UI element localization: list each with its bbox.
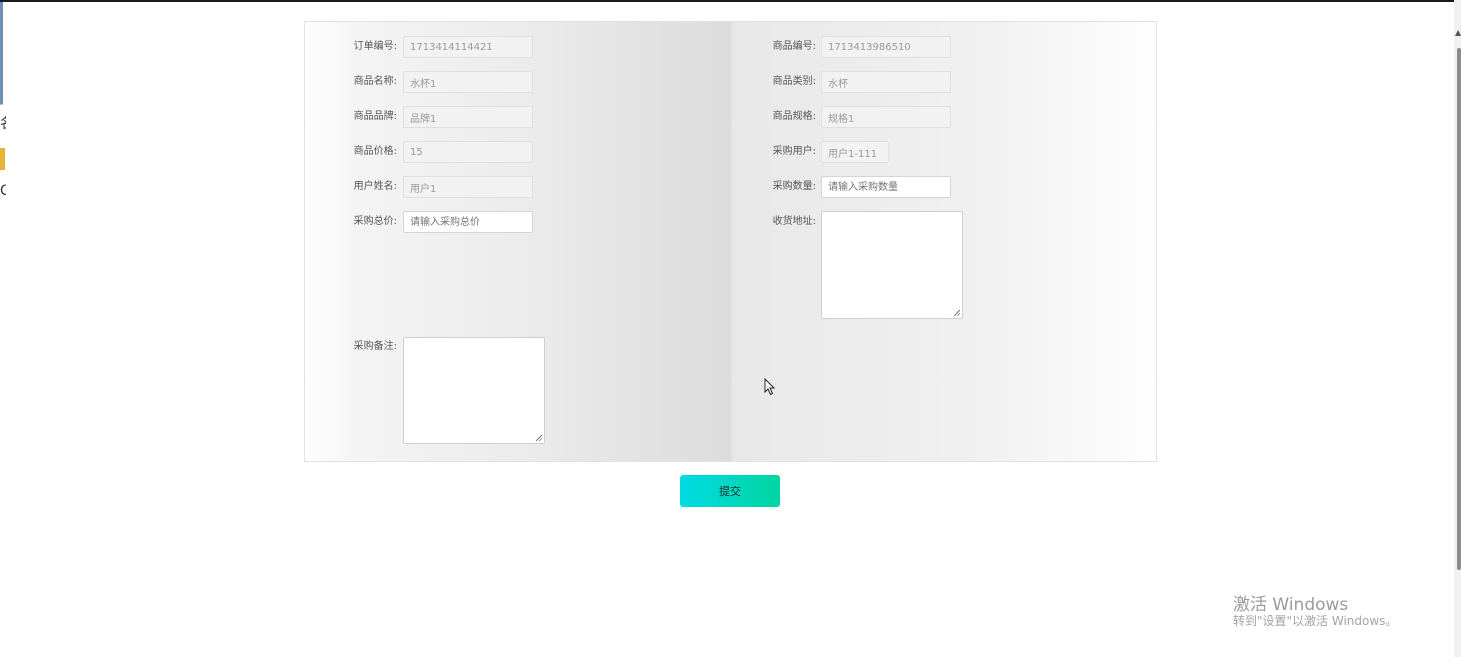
goods-category-label: 商品类别: (772, 76, 816, 87)
remark-label: 采购备注: (353, 341, 397, 352)
order-no-field[interactable] (403, 36, 533, 58)
goods-price-field[interactable] (403, 141, 533, 163)
purchase-qty-input[interactable] (821, 176, 951, 198)
purchase-user-label: 采购用户: (772, 146, 816, 157)
window-top-border (0, 0, 1458, 2)
submit-button[interactable]: 提交 (680, 475, 780, 507)
order-no-label: 订单编号: (353, 41, 397, 52)
goods-category-field[interactable] (821, 71, 951, 93)
purchase-order-form: 订单编号: 商品名称: 商品品牌: 商品价格: 用户姓名: 采购总价: 采购备注… (304, 21, 1157, 462)
background-window-divider (0, 104, 3, 105)
background-window-edge (0, 2, 3, 104)
mouse-cursor-icon (764, 378, 776, 396)
goods-no-field[interactable] (821, 36, 951, 58)
goods-name-field[interactable] (403, 71, 533, 93)
scroll-up-arrow-icon[interactable]: ▲ (1455, 28, 1461, 38)
background-window-fragment: 名 (0, 113, 6, 135)
goods-brand-label: 商品品牌: (353, 111, 397, 122)
resize-grip-icon[interactable] (536, 435, 542, 441)
goods-price-label: 商品价格: (353, 146, 397, 157)
total-price-label: 采购总价: (353, 216, 397, 227)
goods-spec-field[interactable] (821, 106, 951, 128)
background-window-fragment: C (0, 183, 6, 199)
total-price-input[interactable] (403, 211, 533, 233)
user-name-label: 用户姓名: (353, 181, 397, 192)
address-textarea[interactable] (821, 211, 963, 319)
goods-no-label: 商品编号: (772, 41, 816, 52)
windows-activation-subtitle: 转到"设置"以激活 Windows。 (1233, 614, 1398, 628)
purchase-qty-label: 采购数量: (772, 181, 816, 192)
scrollbar-thumb[interactable] (1457, 48, 1461, 570)
purchase-user-field[interactable] (821, 141, 889, 163)
goods-name-label: 商品名称: (353, 76, 397, 87)
background-window-fragment (0, 148, 5, 170)
user-name-field[interactable] (403, 176, 533, 198)
resize-grip-icon[interactable] (954, 310, 960, 316)
address-label: 收货地址: (772, 216, 816, 227)
remark-textarea[interactable] (403, 337, 545, 444)
goods-spec-label: 商品规格: (772, 111, 816, 122)
goods-brand-field[interactable] (403, 106, 533, 128)
